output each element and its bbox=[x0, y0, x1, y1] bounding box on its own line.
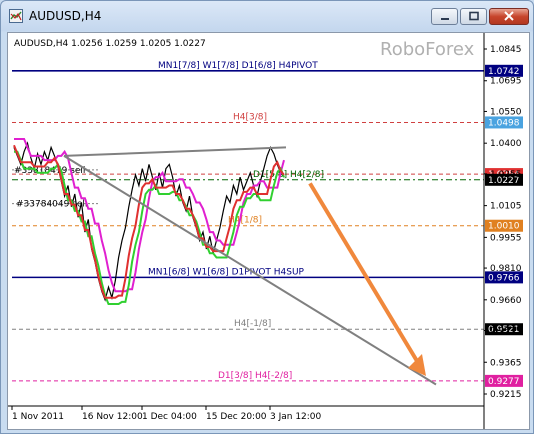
price-tag-label: 0.9766 bbox=[488, 273, 520, 283]
lower-trend-line bbox=[63, 155, 437, 386]
window-title: AUDUSD,H4 bbox=[29, 9, 102, 23]
forecast-arrow-shaft bbox=[308, 182, 422, 368]
level-label: H4[-1/8] bbox=[234, 319, 271, 329]
title-bar[interactable]: AUDUSD,H4 bbox=[1, 1, 533, 31]
price-tag-label: 1.0498 bbox=[488, 118, 520, 128]
minimize-button[interactable] bbox=[431, 8, 458, 25]
price-chart[interactable]: AUDUSD,H4 1.0256 1.0259 1.0205 1.0227 Ro… bbox=[8, 33, 529, 429]
price-tag-label: 1.0742 bbox=[488, 67, 520, 77]
level-label: MN1[6/8] W1[6/8] D1PIVOT H4SUP bbox=[148, 267, 305, 277]
x-tick-label: 1 Nov 2011 bbox=[12, 412, 64, 422]
chart-area[interactable]: AUDUSD,H4 1.0256 1.0259 1.0205 1.0227 Ro… bbox=[7, 32, 530, 430]
price-tag-label: 1.0010 bbox=[488, 222, 520, 232]
ohlc-header: AUDUSD,H4 1.0256 1.0259 1.0205 1.0227 bbox=[14, 39, 206, 49]
level-label: MN1[7/8] W1[7/8] D1[6/8] H4PIVOT bbox=[158, 61, 318, 71]
x-tick-label: 3 Jan 12:00 bbox=[270, 412, 322, 422]
y-tick-label: 0.9215 bbox=[490, 390, 522, 400]
y-tick-label: 1.0550 bbox=[490, 107, 522, 117]
level-label: H4[3/8] bbox=[233, 112, 267, 122]
y-tick-label: 0.9660 bbox=[490, 296, 522, 306]
y-tick-label: 0.9955 bbox=[490, 233, 522, 243]
close-button[interactable] bbox=[489, 8, 529, 25]
upper-trend-line bbox=[63, 146, 287, 157]
x-tick-label: 15 Dec 20:00 bbox=[206, 412, 267, 422]
maximize-button[interactable] bbox=[460, 8, 487, 25]
price-tag-label: 0.9277 bbox=[488, 377, 520, 387]
chart-window: AUDUSD,H4 AUDUSD,H4 1.0256 1.0259 1.0205… bbox=[0, 0, 534, 434]
chart-app-icon bbox=[9, 9, 23, 23]
y-tick-label: 0.9515 bbox=[490, 327, 522, 337]
x-tick-label: 1 Dec 04:00 bbox=[142, 412, 197, 422]
x-tick-label: 16 Nov 12:00 bbox=[82, 412, 143, 422]
minimize-icon bbox=[440, 18, 449, 20]
y-tick-label: 1.0845 bbox=[490, 45, 522, 55]
level-label: D1[3/8] H4[-2/8] bbox=[218, 371, 292, 381]
y-tick-label: 1.0695 bbox=[490, 77, 522, 87]
watermark: RoboForex bbox=[380, 39, 475, 60]
y-tick-label: 0.9810 bbox=[490, 264, 522, 274]
maximize-icon bbox=[468, 11, 479, 21]
y-tick-label: 1.0400 bbox=[490, 139, 522, 149]
close-icon bbox=[504, 11, 514, 21]
y-tick-label: 0.9365 bbox=[490, 358, 522, 368]
level-label: H4[1/8] bbox=[228, 216, 262, 226]
y-tick-label: 1.0105 bbox=[490, 202, 522, 212]
y-tick-label: 1.0255 bbox=[490, 170, 522, 180]
